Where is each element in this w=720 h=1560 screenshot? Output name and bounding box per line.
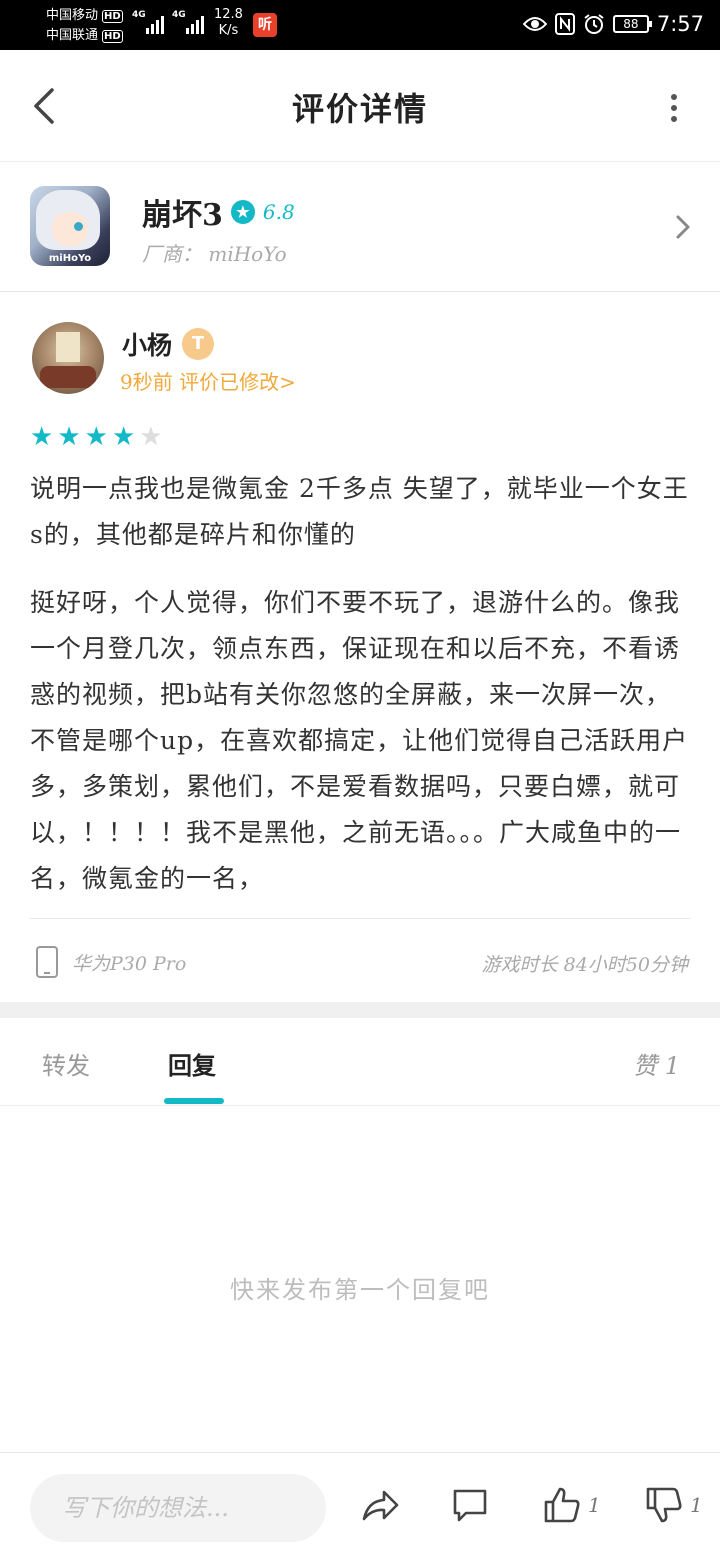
star-empty-icon: ★ xyxy=(139,422,163,452)
review-meta[interactable]: 9秒前 评价已修改> xyxy=(120,366,296,395)
share-icon[interactable] xyxy=(360,1485,400,1525)
app-notification-icon: 听 xyxy=(253,13,277,37)
comment-icon[interactable] xyxy=(450,1485,490,1525)
star-filled-icon: ★ xyxy=(57,422,81,452)
page-title: 评价详情 xyxy=(291,90,428,128)
user-name-line: 小杨 T xyxy=(122,326,215,362)
chevron-right-icon xyxy=(676,215,690,239)
game-icon-brand: miHoYo xyxy=(48,253,92,264)
carrier-1: 中国移动 xyxy=(46,8,99,23)
user-avatar[interactable] xyxy=(32,322,104,394)
star-filled-icon: ★ xyxy=(30,422,54,452)
tab-forward[interactable]: 转发 xyxy=(42,1046,90,1081)
game-title-line: 崩坏3 ★ 6.8 xyxy=(142,190,295,234)
alarm-icon xyxy=(584,14,604,34)
game-name: 崩坏3 xyxy=(142,198,223,233)
review-paragraph-1: 说明一点我也是微氪金 2千多点 失望了，就毕业一个女王s的，其他都是碎片和你懂的 xyxy=(30,474,689,549)
like-count: 1 xyxy=(588,1493,601,1517)
carrier-2: 中国联通 xyxy=(46,28,99,43)
device-name: 华为P30 Pro xyxy=(72,952,187,975)
hd-badge: HD xyxy=(102,9,123,23)
tab-reply[interactable]: 回复 xyxy=(168,1046,216,1081)
star-icon: ★ xyxy=(230,200,255,224)
system-icons: 88 7:57 xyxy=(522,12,704,36)
device-info: 华为P30 Pro xyxy=(36,946,186,978)
status-bar: 中国移动 HD 中国联通 HD 4G 4G 12.8 K/s 听 88 7:57 xyxy=(0,0,720,50)
tab-like[interactable]: 赞 1 xyxy=(633,1046,680,1081)
bottom-action-bar: 写下你的想法... 1 1 xyxy=(0,1452,720,1560)
hd-badge: HD xyxy=(102,29,123,43)
rating-stars: ★ ★ ★ ★ ★ xyxy=(30,424,163,450)
nfc-icon xyxy=(554,13,575,35)
star-filled-icon: ★ xyxy=(111,422,136,452)
comment-input[interactable]: 写下你的想法... xyxy=(30,1474,326,1542)
signal-icon: 4G xyxy=(132,10,164,34)
game-info-row[interactable]: miHoYo 崩坏3 ★ 6.8 厂商： miHoYo xyxy=(0,162,720,292)
thumbs-down-icon[interactable] xyxy=(644,1485,684,1525)
star-filled-icon: ★ xyxy=(84,422,108,452)
game-icon: miHoYo xyxy=(30,186,110,266)
network-speed: 12.8 K/s xyxy=(214,7,243,39)
eye-icon xyxy=(522,17,547,31)
divider xyxy=(30,918,690,919)
thumbs-up-icon[interactable] xyxy=(542,1485,582,1525)
dislike-count: 1 xyxy=(690,1493,703,1517)
review-paragraph-2: 挺好呀，个人觉得，你们不要不玩了，退游什么的。像我一个月登几次，领点东西，保证现… xyxy=(30,588,689,893)
battery-icon: 88 xyxy=(612,15,652,33)
carrier-info: 中国移动 HD 中国联通 HD xyxy=(46,6,123,46)
speed-unit: K/s xyxy=(218,23,239,38)
user-level-badge: T xyxy=(182,328,215,360)
speed-value: 12.8 xyxy=(214,7,243,22)
phone-icon xyxy=(36,946,58,978)
tab-bar: 转发 回复 赞 1 xyxy=(0,1018,720,1106)
game-vendor: 厂商： miHoYo xyxy=(142,242,287,266)
network-type: 4G xyxy=(172,10,186,20)
active-tab-indicator xyxy=(164,1098,224,1104)
app-header: 评价详情 xyxy=(0,50,720,162)
network-type: 4G xyxy=(132,10,146,20)
more-options-icon[interactable] xyxy=(664,88,684,128)
signal-icon: 4G xyxy=(172,10,204,34)
section-gap xyxy=(0,1002,720,1018)
game-score: 6.8 xyxy=(262,200,295,224)
empty-replies-text: 快来发布第一个回复吧 xyxy=(230,1276,490,1304)
clock: 7:57 xyxy=(656,12,704,36)
play-time: 游戏时长 84小时50分钟 xyxy=(481,954,688,976)
user-name[interactable]: 小杨 xyxy=(122,326,172,362)
